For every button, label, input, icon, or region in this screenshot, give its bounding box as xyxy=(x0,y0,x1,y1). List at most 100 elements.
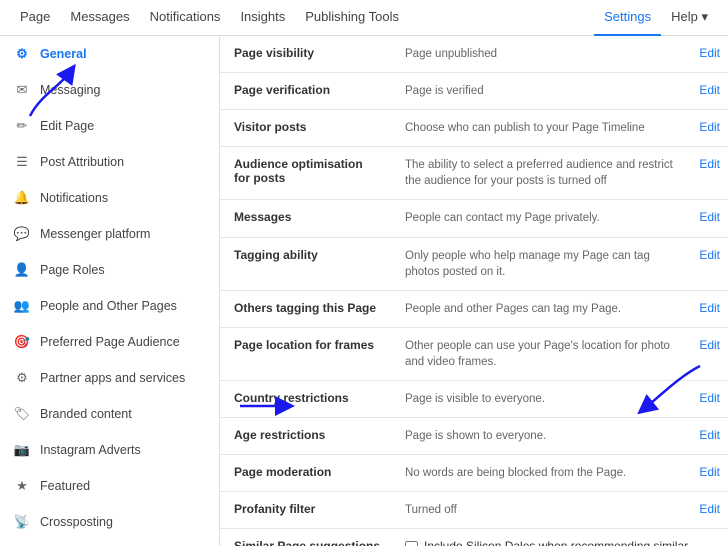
sidebar-label-messaging: Messaging xyxy=(40,83,100,97)
sidebar-item-branded-content[interactable]: 🏷 Branded content xyxy=(0,396,219,432)
row-value: Only people who help manage my Page can … xyxy=(395,237,688,290)
table-row: Audience optimisation for posts The abil… xyxy=(220,147,728,200)
main-content: Page visibility Page unpublished Edit Pa… xyxy=(220,36,728,546)
sidebar-item-general[interactable]: ⚙ General xyxy=(0,36,219,72)
sidebar-item-post-attribution[interactable]: ☰ Post Attribution xyxy=(0,144,219,180)
edit-link[interactable]: Edit xyxy=(699,391,720,405)
row-label: Tagging ability xyxy=(220,237,395,290)
similar-page-checkbox-row: Include Silicon Dales when recommending … xyxy=(405,539,718,546)
similar-page-expanded-cell: Include Silicon Dales when recommending … xyxy=(395,529,728,546)
person-icon: 👤 xyxy=(12,260,32,280)
edit-link[interactable]: Edit xyxy=(699,120,720,134)
attribution-icon: ☰ xyxy=(12,152,32,172)
bell-icon: 🔔 xyxy=(12,188,32,208)
sidebar-item-people-other-pages[interactable]: 👥 People and Other Pages xyxy=(0,288,219,324)
nav-help[interactable]: Help ▾ xyxy=(661,0,718,36)
similar-page-expanded-content: Include Silicon Dales when recommending … xyxy=(405,539,718,546)
sidebar-item-page-support[interactable]: 📥 Page Support Inbox xyxy=(0,540,219,546)
sidebar-item-page-roles[interactable]: 👤 Page Roles xyxy=(0,252,219,288)
table-row: Country restrictions Page is visible to … xyxy=(220,381,728,418)
table-row: Visitor posts Choose who can publish to … xyxy=(220,110,728,147)
row-edit-cell: Edit xyxy=(688,418,728,455)
sidebar-label-notifications: Notifications xyxy=(40,191,108,205)
row-label: Age restrictions xyxy=(220,418,395,455)
people-icon: 👥 xyxy=(12,296,32,316)
sidebar-label-instagram-adverts: Instagram Adverts xyxy=(40,443,141,457)
edit-link[interactable]: Edit xyxy=(699,502,720,516)
row-label: Page moderation xyxy=(220,455,395,492)
edit-link[interactable]: Edit xyxy=(699,46,720,60)
similar-page-label: Similar Page suggestions xyxy=(220,529,395,546)
row-edit-cell: Edit xyxy=(688,381,728,418)
edit-link[interactable]: Edit xyxy=(699,157,720,171)
row-edit-cell: Edit xyxy=(688,147,728,200)
sidebar-label-page-roles: Page Roles xyxy=(40,263,105,277)
table-row: Page visibility Page unpublished Edit xyxy=(220,36,728,73)
gear-icon: ⚙ xyxy=(12,44,32,64)
sidebar-label-branded-content: Branded content xyxy=(40,407,132,421)
table-row: Messages People can contact my Page priv… xyxy=(220,200,728,237)
row-label: Page location for frames xyxy=(220,327,395,380)
row-value: Other people can use your Page's locatio… xyxy=(395,327,688,380)
sidebar-item-notifications[interactable]: 🔔 Notifications xyxy=(0,180,219,216)
table-row: Age restrictions Page is shown to everyo… xyxy=(220,418,728,455)
star-icon: ★ xyxy=(12,476,32,496)
sidebar-item-featured[interactable]: ★ Featured xyxy=(0,468,219,504)
row-value: Turned off xyxy=(395,492,688,529)
nav-settings[interactable]: Settings xyxy=(594,0,661,36)
tag-icon: 🏷 xyxy=(12,404,32,424)
nav-publishing-tools[interactable]: Publishing Tools xyxy=(295,0,409,36)
sidebar-item-messaging[interactable]: ✉ Messaging xyxy=(0,72,219,108)
similar-page-checkbox[interactable] xyxy=(405,541,418,546)
sidebar-item-crossposting[interactable]: 📡 Crossposting xyxy=(0,504,219,540)
row-value: People and other Pages can tag my Page. xyxy=(395,290,688,327)
table-row: Others tagging this Page People and othe… xyxy=(220,290,728,327)
sidebar-label-post-attribution: Post Attribution xyxy=(40,155,124,169)
sidebar-label-edit-page: Edit Page xyxy=(40,119,94,133)
broadcast-icon: 📡 xyxy=(12,512,32,532)
sidebar-item-instagram-adverts[interactable]: 📷 Instagram Adverts xyxy=(0,432,219,468)
table-row: Page verification Page is verified Edit xyxy=(220,73,728,110)
nav-notifications[interactable]: Notifications xyxy=(140,0,231,36)
row-edit-cell: Edit xyxy=(688,290,728,327)
row-value: Page is visible to everyone. xyxy=(395,381,688,418)
sidebar-item-messenger-platform[interactable]: 💬 Messenger platform xyxy=(0,216,219,252)
edit-link[interactable]: Edit xyxy=(699,210,720,224)
row-label: Page verification xyxy=(220,73,395,110)
sidebar-item-partner-apps[interactable]: ⚙ Partner apps and services xyxy=(0,360,219,396)
sidebar-label-general: General xyxy=(40,47,87,61)
row-edit-cell: Edit xyxy=(688,73,728,110)
nav-insights[interactable]: Insights xyxy=(230,0,295,36)
top-nav: Page Messages Notifications Insights Pub… xyxy=(0,0,728,36)
row-edit-cell: Edit xyxy=(688,200,728,237)
chat-icon: 💬 xyxy=(12,224,32,244)
row-label: Country restrictions xyxy=(220,381,395,418)
row-edit-cell: Edit xyxy=(688,327,728,380)
row-edit-cell: Edit xyxy=(688,492,728,529)
sidebar-item-edit-page[interactable]: ✏ Edit Page xyxy=(0,108,219,144)
row-label: Others tagging this Page xyxy=(220,290,395,327)
edit-link[interactable]: Edit xyxy=(699,248,720,262)
nav-messages[interactable]: Messages xyxy=(60,0,139,36)
row-value: Choose who can publish to your Page Time… xyxy=(395,110,688,147)
nav-page[interactable]: Page xyxy=(10,0,60,36)
sidebar-item-preferred-audience[interactable]: 🎯 Preferred Page Audience xyxy=(0,324,219,360)
apps-icon: ⚙ xyxy=(12,368,32,388)
row-label: Messages xyxy=(220,200,395,237)
edit-link[interactable]: Edit xyxy=(699,301,720,315)
table-row: Page location for frames Other people ca… xyxy=(220,327,728,380)
similar-page-checkbox-label: Include Silicon Dales when recommending … xyxy=(424,539,718,546)
edit-link[interactable]: Edit xyxy=(699,83,720,97)
edit-link[interactable]: Edit xyxy=(699,465,720,479)
row-value: No words are being blocked from the Page… xyxy=(395,455,688,492)
target-icon: 🎯 xyxy=(12,332,32,352)
settings-table: Page visibility Page unpublished Edit Pa… xyxy=(220,36,728,546)
edit-link[interactable]: Edit xyxy=(699,338,720,352)
row-value: Page unpublished xyxy=(395,36,688,73)
row-label: Profanity filter xyxy=(220,492,395,529)
row-value: Page is verified xyxy=(395,73,688,110)
table-row: Profanity filter Turned off Edit xyxy=(220,492,728,529)
edit-link[interactable]: Edit xyxy=(699,428,720,442)
table-row: Page moderation No words are being block… xyxy=(220,455,728,492)
row-value: People can contact my Page privately. xyxy=(395,200,688,237)
